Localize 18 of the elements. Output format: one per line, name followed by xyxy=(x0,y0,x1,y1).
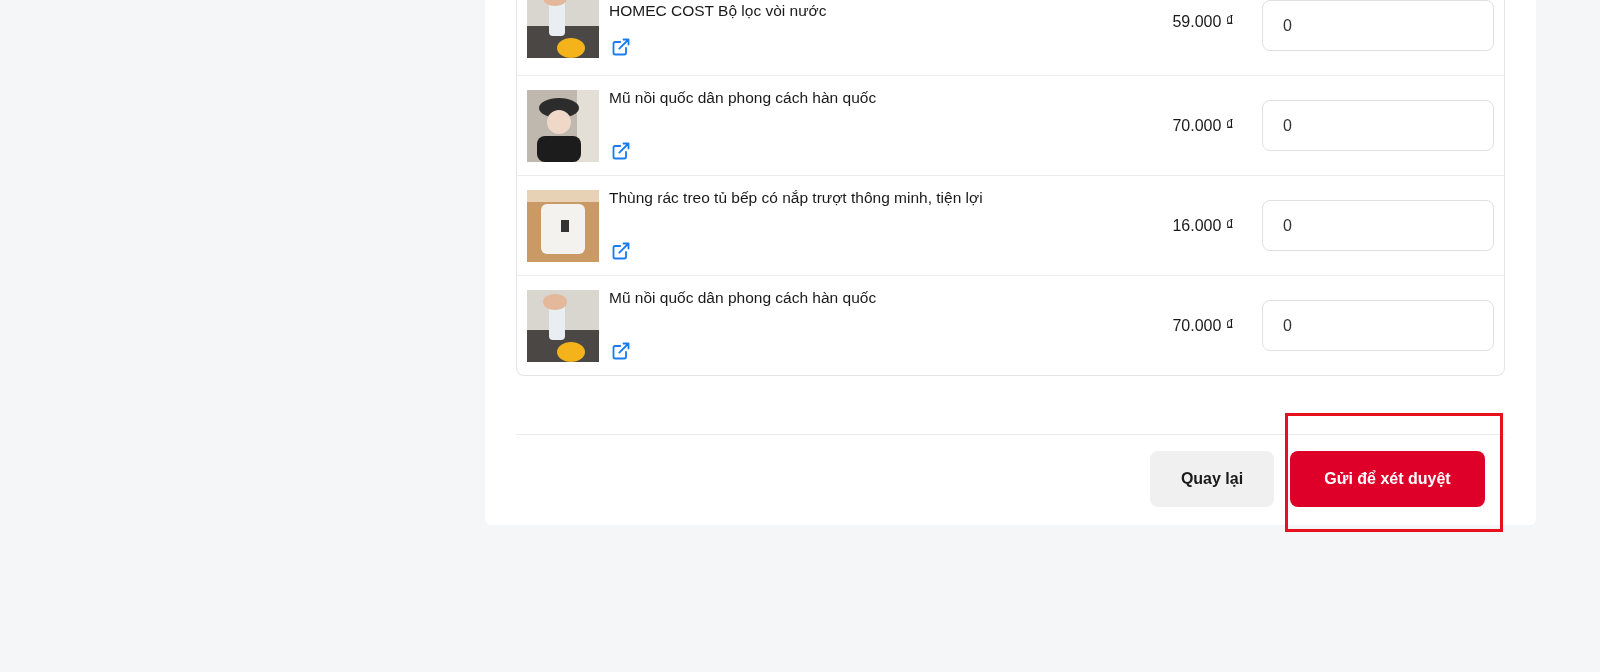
quantity-field[interactable]: 0 xyxy=(1262,100,1494,151)
product-price: 16.000 ₫ xyxy=(1171,215,1234,236)
product-price: 59.000 ₫ xyxy=(1171,12,1234,32)
product-price: 70.000 ₫ xyxy=(1171,115,1234,136)
product-title: HOMEC COST Bộ lọc vòi nước xyxy=(609,1,827,21)
external-link-icon[interactable] xyxy=(611,37,631,57)
quantity-field[interactable]: 0 xyxy=(1262,300,1494,351)
quantity-field[interactable]: 0 xyxy=(1262,0,1494,51)
quantity-field[interactable]: 0 xyxy=(1262,200,1494,251)
submit-button[interactable]: Gửi để xét duyệt xyxy=(1290,451,1485,507)
product-title: Thùng rác treo tủ bếp có nắp trượt thông minh, tiện lợi xyxy=(609,187,983,208)
product-title: Mũ nồi quốc dân phong cách hàn quốc xyxy=(609,87,877,108)
external-link-icon[interactable] xyxy=(611,140,631,161)
external-link-icon[interactable] xyxy=(611,240,631,261)
product-price: 70.000 ₫ xyxy=(1171,315,1234,336)
product-title: Mũ nồi quốc dân phong cách hàn quốc xyxy=(609,287,877,308)
back-button[interactable]: Quay lại xyxy=(1150,451,1274,507)
external-link-icon[interactable] xyxy=(611,340,631,361)
